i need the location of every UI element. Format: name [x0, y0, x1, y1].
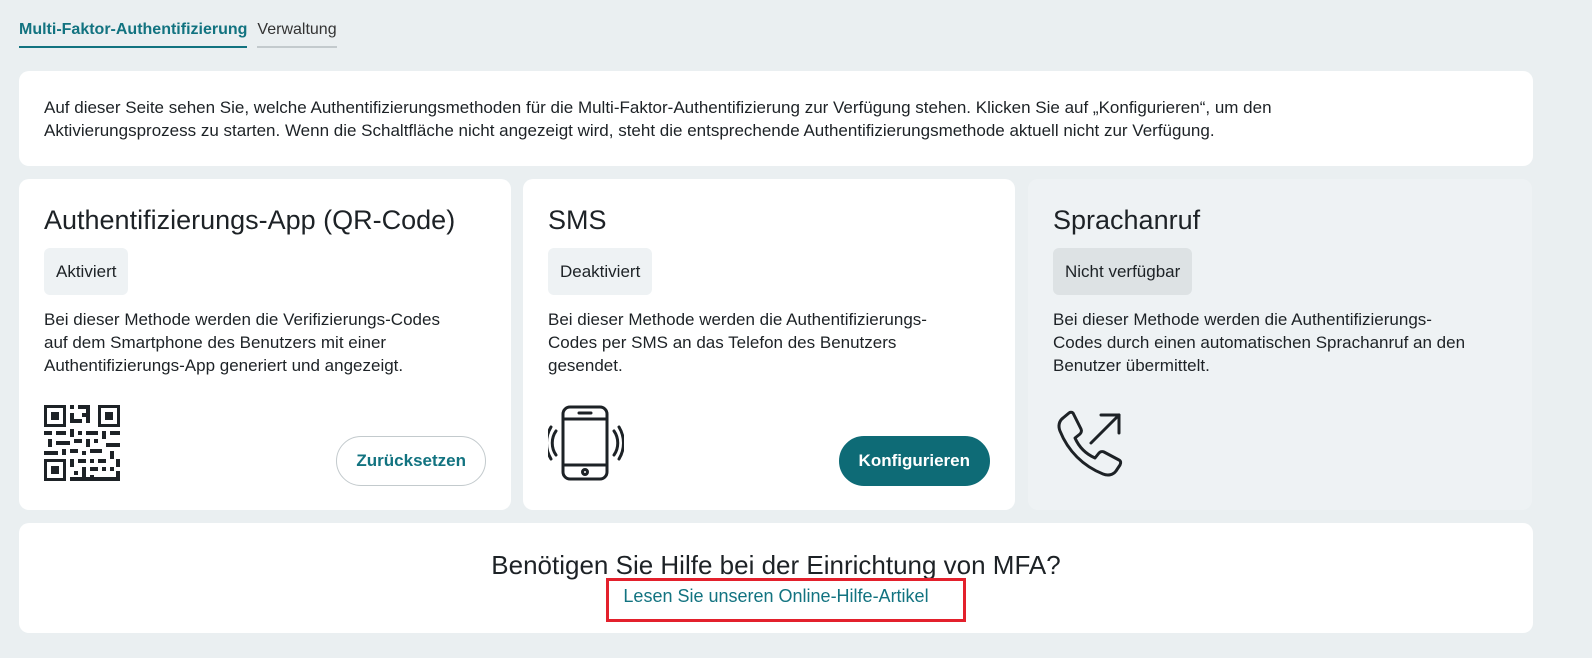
method-description: Bei dieser Methode werden die Verifizier…	[44, 308, 486, 377]
description-line: Bei dieser Methode werden die Authentifi…	[1053, 310, 1432, 329]
description-line: Authentifizierungs-App generiert und ang…	[44, 356, 404, 375]
help-title: Benötigen Sie Hilfe bei der Einrichtung …	[491, 550, 1061, 580]
help-article-link[interactable]: Lesen Sie unseren Online-Hilfe-Artikel	[19, 586, 1533, 607]
method-title: Sprachanruf	[1053, 205, 1201, 235]
method-card-voice-call: Sprachanruf Nicht verfügbar Bei dieser M…	[1028, 179, 1532, 510]
method-title: SMS	[548, 205, 607, 235]
tab-administration[interactable]: Verwaltung	[257, 21, 337, 48]
method-description: Bei dieser Methode werden die Authentifi…	[548, 308, 990, 377]
method-title: Authentifizierungs-App (QR-Code)	[44, 205, 456, 235]
reset-button[interactable]: Zurücksetzen	[336, 436, 486, 486]
intro-card: Auf dieser Seite sehen Sie, welche Authe…	[19, 71, 1533, 166]
method-description: Bei dieser Methode werden die Authentifi…	[1053, 308, 1507, 377]
tab-bar: Multi-Faktor-Authentifizierung Verwaltun…	[19, 0, 347, 48]
help-card: Benötigen Sie Hilfe bei der Einrichtung …	[19, 523, 1533, 633]
intro-text-line-1: Auf dieser Seite sehen Sie, welche Authe…	[44, 98, 1272, 117]
configure-button[interactable]: Konfigurieren	[838, 436, 990, 486]
description-line: Codes durch einen automatischen Sprachan…	[1053, 333, 1466, 352]
phone-outgoing-icon	[1053, 405, 1129, 486]
status-badge: Nicht verfügbar	[1053, 248, 1193, 295]
tab-multi-factor-auth[interactable]: Multi-Faktor-Authentifizierung	[19, 21, 248, 48]
qr-code-icon	[44, 405, 120, 486]
status-badge: Aktiviert	[44, 248, 129, 295]
method-card-authenticator-app: Authentifizierungs-App (QR-Code) Aktivie…	[19, 179, 511, 510]
method-card-sms: SMS Deaktiviert Bei dieser Methode werde…	[523, 179, 1015, 510]
description-line: Bei dieser Methode werden die Verifizier…	[44, 310, 440, 329]
smartphone-vibrate-icon	[545, 405, 625, 486]
intro-text-line-2: Aktivierungsprozess zu starten. Wenn die…	[44, 121, 1215, 140]
mfa-page: Multi-Faktor-Authentifizierung Verwaltun…	[0, 0, 1592, 658]
description-line: gesendet.	[548, 356, 623, 375]
description-line: Benutzer übermittelt.	[1053, 356, 1210, 375]
description-line: Codes per SMS an das Telefon des Benutze…	[548, 333, 897, 352]
description-line: auf dem Smartphone des Benutzers mit ein…	[44, 333, 387, 352]
description-line: Bei dieser Methode werden die Authentifi…	[548, 310, 927, 329]
status-badge: Deaktiviert	[548, 248, 653, 295]
